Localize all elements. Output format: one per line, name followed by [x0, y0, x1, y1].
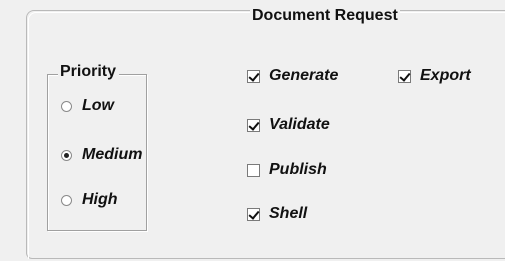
document-request-panel: Document Request Priority Low Medium Hig…: [0, 0, 505, 261]
priority-option-low[interactable]: Low: [61, 97, 114, 115]
label-validate: Validate: [269, 116, 330, 133]
checkbox-generate[interactable]: [247, 69, 260, 83]
checkbox-shell[interactable]: [247, 207, 260, 221]
radio-high[interactable]: [61, 194, 72, 206]
priority-option-medium[interactable]: Medium: [61, 146, 142, 164]
radio-low[interactable]: [61, 100, 72, 112]
option-validate[interactable]: Validate: [247, 116, 330, 134]
priority-title: Priority: [58, 63, 120, 81]
checkbox-validate[interactable]: [247, 118, 260, 132]
option-shell[interactable]: Shell: [247, 205, 307, 223]
option-export[interactable]: Export: [398, 67, 471, 85]
label-export: Export: [420, 67, 471, 84]
checkbox-export[interactable]: [398, 69, 411, 83]
label-publish: Publish: [269, 161, 327, 178]
checkbox-publish[interactable]: [247, 163, 260, 177]
radio-medium[interactable]: [61, 149, 72, 161]
option-generate[interactable]: Generate: [247, 67, 338, 85]
priority-label-medium: Medium: [82, 146, 143, 163]
label-generate: Generate: [269, 67, 339, 84]
priority-label-high: High: [82, 191, 118, 208]
priority-option-high[interactable]: High: [61, 191, 118, 209]
option-publish[interactable]: Publish: [247, 161, 327, 179]
label-shell: Shell: [269, 205, 308, 222]
priority-label-low: Low: [82, 97, 114, 114]
group-title: Document Request: [250, 7, 400, 25]
